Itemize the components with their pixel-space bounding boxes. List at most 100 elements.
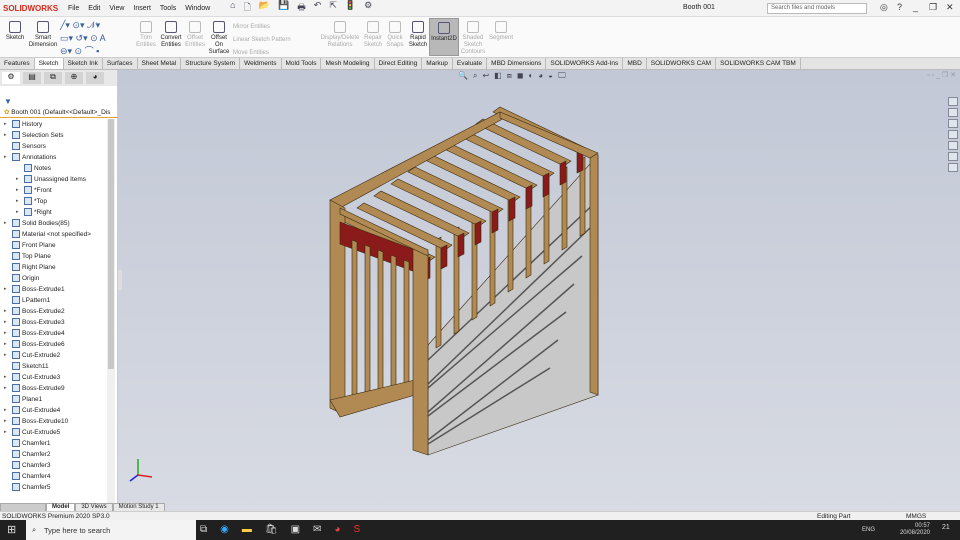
options-icon[interactable]: ⚙ xyxy=(364,0,372,16)
open-icon[interactable]: 📂 xyxy=(259,0,270,16)
expand-icon[interactable]: ▸ xyxy=(4,317,7,328)
instant2d-button[interactable]: Instant2D xyxy=(429,18,459,56)
tab-direct-editing[interactable]: Direct Editing xyxy=(375,58,423,69)
tree-item[interactable]: ▸ Selection Sets xyxy=(0,130,107,141)
tree-item[interactable]: Material <not specified> xyxy=(0,229,107,240)
tree-item[interactable]: Chamfer2 xyxy=(0,449,107,460)
tree-item[interactable]: ▸ History xyxy=(0,119,107,130)
unit-system[interactable]: MMGS xyxy=(906,513,926,520)
expand-icon[interactable]: ▸ xyxy=(4,130,7,141)
close-button[interactable]: ✕ xyxy=(946,2,954,13)
menu-window[interactable]: Window xyxy=(185,5,210,12)
print-icon[interactable]: 🖶 xyxy=(297,0,306,16)
tab-mbd-dimensions[interactable]: MBD Dimensions xyxy=(487,58,547,69)
tree-item[interactable]: LPattern1 xyxy=(0,295,107,306)
menu-insert[interactable]: Insert xyxy=(133,5,151,12)
taskbar-search[interactable]: ⌕ Type here to search xyxy=(26,520,196,540)
tree-item[interactable]: Chamfer1 xyxy=(0,438,107,449)
expand-icon[interactable]: ▸ xyxy=(4,119,7,130)
search-input[interactable]: Search files and models xyxy=(767,3,867,14)
sketch-button[interactable]: Sketch xyxy=(4,21,26,42)
display-manager-icon[interactable]: ◕ xyxy=(86,72,104,84)
tree-item[interactable]: ▸ Cut-Extrude3 xyxy=(0,372,107,383)
tab-solidworks-cam[interactable]: SOLIDWORKS CAM xyxy=(647,58,717,69)
mail-icon[interactable]: ✉ xyxy=(313,524,321,535)
expand-icon[interactable]: ▸ xyxy=(4,405,7,416)
tree-item[interactable]: ▸ Boss-Extrude10 xyxy=(0,416,107,427)
expand-icon[interactable]: ▸ xyxy=(4,306,7,317)
tab-sketch-ink[interactable]: Sketch Ink xyxy=(64,58,103,69)
tree-item[interactable]: ▸ Annotations xyxy=(0,152,107,163)
task-view-icon[interactable]: ⧉ xyxy=(200,524,207,535)
offset-button[interactable]: Offset Entities xyxy=(184,21,206,49)
graphics-area[interactable]: 🔍 ⌕ ↩ ◧ ⧈ ◼ ◐ ◕ ◒ 🖵 ▫ ▫ _ ❐ ✕ xyxy=(118,70,960,511)
windows-start-icon[interactable]: ⊞ xyxy=(7,523,16,536)
expand-icon[interactable]: ▸ xyxy=(4,383,7,394)
tree-item[interactable]: ▸ Boss-Extrude6 xyxy=(0,339,107,350)
mirror-button[interactable]: Mirror Entities xyxy=(233,21,313,34)
tree-root[interactable]: ✿ Booth 001 (Default<<Default>_Dis xyxy=(0,108,118,118)
quick-snaps-button[interactable]: Quick Snaps xyxy=(385,21,405,49)
tree-item[interactable]: Right Plane xyxy=(0,262,107,273)
expand-icon[interactable]: ▸ xyxy=(4,372,7,383)
menu-tools[interactable]: Tools xyxy=(160,5,176,12)
rebuild-icon[interactable]: 🚦 xyxy=(345,0,356,16)
tree-item[interactable]: ▸ Cut-Extrude5 xyxy=(0,427,107,438)
home-icon[interactable]: ⌂ xyxy=(230,0,235,16)
trim-button[interactable]: Trim Entities xyxy=(134,21,158,49)
tree-item[interactable]: ▸ Boss-Extrude4 xyxy=(0,328,107,339)
tab-sheet-metal[interactable]: Sheet Metal xyxy=(138,58,182,69)
offset-surface-button[interactable]: Offset On Surface xyxy=(207,21,231,56)
tab-mold-tools[interactable]: Mold Tools xyxy=(282,58,322,69)
tree-item[interactable]: ▸ Solid Bodies(85) xyxy=(0,218,107,229)
linear-pattern-button[interactable]: Linear Sketch Pattern xyxy=(233,34,313,47)
tree-item[interactable]: ▸ Boss-Extrude9 xyxy=(0,383,107,394)
teams-icon[interactable]: ▣ xyxy=(291,524,300,535)
repair-sketch-button[interactable]: Repair Sketch xyxy=(362,21,384,49)
tree-item[interactable]: ▸ *Front xyxy=(0,185,107,196)
expand-icon[interactable]: ▸ xyxy=(16,185,19,196)
expand-icon[interactable]: ▸ xyxy=(16,174,19,185)
notifications-icon[interactable]: 21 xyxy=(942,524,950,531)
tree-item[interactable]: ▸ Boss-Extrude1 xyxy=(0,284,107,295)
booth-3d-model[interactable] xyxy=(118,70,960,511)
save-icon[interactable]: 💾 xyxy=(278,0,289,16)
restore-button[interactable]: ❐ xyxy=(929,2,937,13)
tree-item[interactable]: Notes xyxy=(0,163,107,174)
tab-features[interactable]: Features xyxy=(0,58,35,69)
tree-item[interactable]: Chamfer5 xyxy=(0,482,107,493)
account-icon[interactable]: ◎ xyxy=(880,2,888,13)
tab-markup[interactable]: Markup xyxy=(422,58,453,69)
expand-icon[interactable]: ▸ xyxy=(4,328,7,339)
undo-icon[interactable]: ↶ xyxy=(314,0,322,16)
minimize-button[interactable]: _ xyxy=(913,2,918,12)
menu-view[interactable]: View xyxy=(109,5,124,12)
clock-date[interactable]: 20/08/2020 xyxy=(900,530,930,537)
store-icon[interactable]: 🛍 xyxy=(265,524,278,535)
segment-button[interactable]: Segment xyxy=(488,21,514,42)
tab-sketch[interactable]: Sketch xyxy=(34,58,64,69)
property-manager-icon[interactable]: ▤ xyxy=(23,72,41,84)
expand-icon[interactable]: ▸ xyxy=(4,218,7,229)
expand-icon[interactable]: ▸ xyxy=(4,152,7,163)
tree-item[interactable]: Chamfer4 xyxy=(0,471,107,482)
expand-icon[interactable]: ▸ xyxy=(4,339,7,350)
expand-icon[interactable]: ▸ xyxy=(16,196,19,207)
tree-item[interactable]: ▸ Boss-Extrude2 xyxy=(0,306,107,317)
expand-icon[interactable]: ▸ xyxy=(4,427,7,438)
rapid-sketch-button[interactable]: Rapid Sketch xyxy=(407,21,429,49)
edge-icon[interactable]: ◉ xyxy=(220,524,229,535)
feature-manager-tab[interactable]: ⚙ xyxy=(2,72,20,84)
smart-dimension-button[interactable]: Smart Dimension xyxy=(28,21,58,49)
chrome-icon[interactable]: ◕ xyxy=(334,524,340,535)
tab-solidworks-add-ins[interactable]: SOLIDWORKS Add-Ins xyxy=(546,58,624,69)
expand-icon[interactable]: ▸ xyxy=(16,207,19,218)
tray-language[interactable]: ENG xyxy=(862,527,875,534)
tree-item[interactable]: Plane1 xyxy=(0,394,107,405)
tab-solidworks-cam-tbm[interactable]: SOLIDWORKS CAM TBM xyxy=(716,58,801,69)
tree-item[interactable]: ▸ Cut-Extrude2 xyxy=(0,350,107,361)
display-delete-relations-button[interactable]: Display/Delete Relations xyxy=(320,21,360,49)
select-icon[interactable]: ⇱ xyxy=(329,0,337,16)
menu-file[interactable]: File xyxy=(68,5,79,12)
tree-scrollbar[interactable] xyxy=(107,119,115,514)
